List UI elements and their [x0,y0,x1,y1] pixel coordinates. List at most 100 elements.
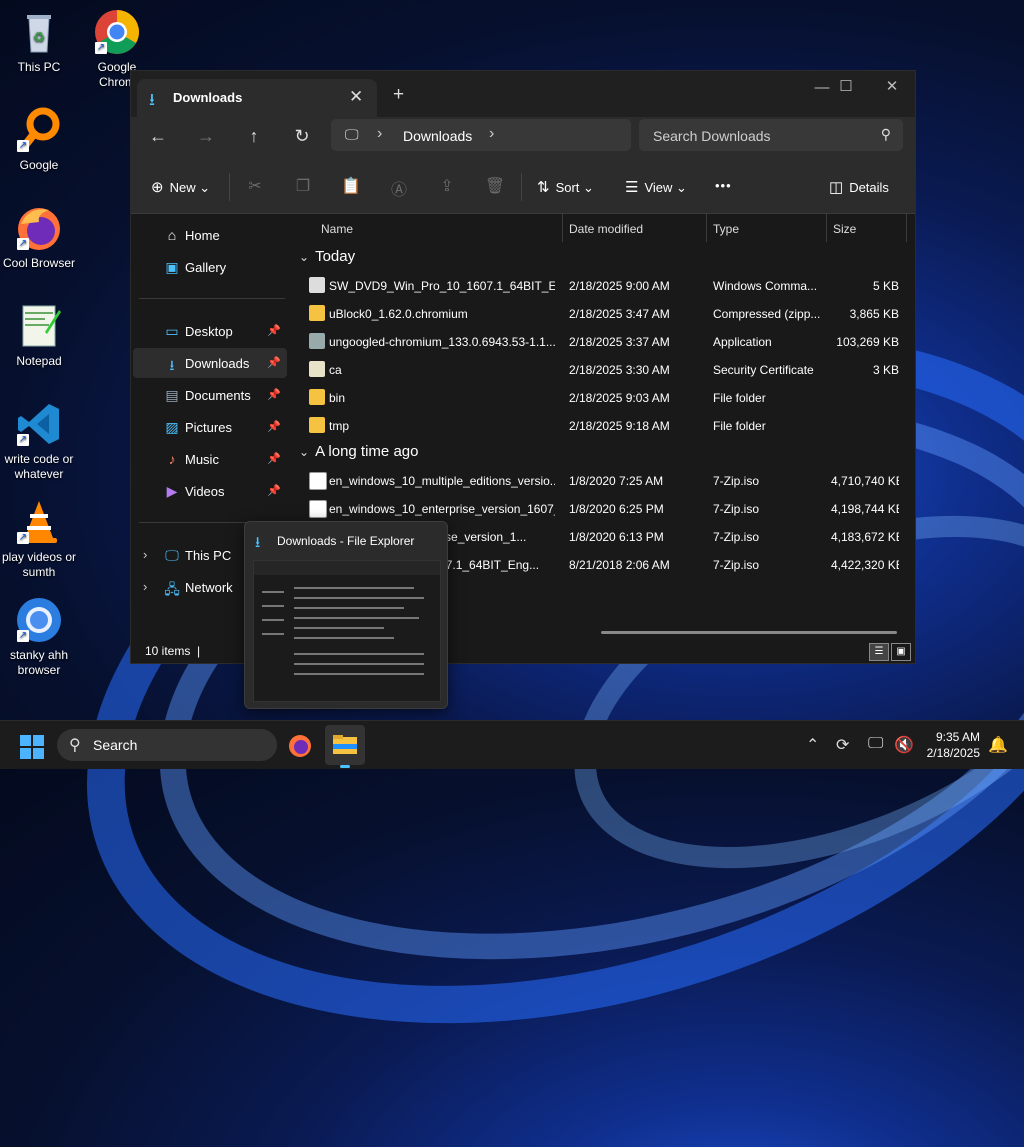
chevron-right-icon[interactable]: › [143,547,147,562]
file-type: File folder [713,419,766,433]
details-button[interactable]: ◫ Details [829,178,889,196]
column-header-date[interactable]: Date modified [569,222,643,236]
clock[interactable]: 9:35 AM 2/18/2025 [927,729,980,761]
desktop-icon-stanky-browser[interactable]: ↗ stanky ahh browser [0,596,78,678]
sort-label: Sort [555,180,580,195]
download-icon: ⭳ [149,90,155,109]
file-size: 4,422,320 KB [831,558,899,572]
copy-icon[interactable]: ❐ [291,176,315,196]
tiles-view-button[interactable]: ▣ [891,643,911,661]
file-row[interactable]: tmp 2/18/2025 9:18 AM File folder [291,412,915,440]
close-tab-icon[interactable]: ✕ [349,87,363,107]
file-row[interactable]: uBlock0_1.62.0.chromium 2/18/2025 3:47 AM… [291,300,915,328]
sidebar-item-videos[interactable]: ▶ Videos 📌 [133,476,287,506]
share-icon[interactable]: ⇪ [435,176,459,196]
taskbar-firefox[interactable] [280,725,320,765]
address-bar[interactable]: 🖵 › Downloads › [331,119,631,151]
pin-icon[interactable]: 📌 [267,324,281,337]
tab-downloads[interactable]: ⭳ Downloads ✕ [137,79,377,117]
new-button[interactable]: ⊕ New ⌄ [151,178,210,196]
tab-bar: ⭳ Downloads ✕ + — ☐ ✕ [131,71,915,117]
desktop-icon-vscode[interactable]: ↗ write code or whatever [0,400,78,482]
group-header-old[interactable]: ⌄ A long time ago [299,443,418,460]
desktop-icon-this-pc[interactable]: ♻ This PC [0,8,78,75]
download-icon: ⭳ [255,534,261,551]
horizontal-scrollbar[interactable] [601,631,897,634]
divider [562,214,563,242]
chevron-right-icon[interactable]: › [143,579,147,594]
group-header-today[interactable]: ⌄ Today [299,248,355,265]
pin-icon[interactable]: 📌 [267,452,281,465]
column-header-type[interactable]: Type [713,222,739,236]
file-row[interactable]: en_windows_10_enterprise_version_1607_..… [291,495,915,523]
file-row[interactable]: en_windows_10_multiple_editions_versio..… [291,467,915,495]
delete-icon[interactable]: 🗑 [483,176,507,196]
search-box[interactable]: Search Downloads ⚲ [639,119,903,151]
back-button[interactable]: ← [143,126,173,147]
desktop-icon-notepad[interactable]: Notepad [0,302,78,369]
file-row[interactable]: ungoogled-chromium_133.0.6943.53-1.1... 2… [291,328,915,356]
script-icon [309,277,325,293]
zip-folder-icon [309,305,325,321]
sidebar-item-pictures[interactable]: ▨ Pictures 📌 [133,412,287,442]
chevron-right-icon[interactable]: › [489,125,494,143]
thumbnail-line [294,587,414,589]
details-view-button[interactable]: ☰ [869,643,889,661]
file-icon [309,472,327,490]
file-date: 2/18/2025 3:47 AM [569,307,670,321]
new-tab-button[interactable]: + [393,84,404,106]
close-window-button[interactable]: ✕ [869,77,915,95]
column-header-name[interactable]: Name [321,222,353,236]
desktop-icon-vlc[interactable]: ↗ play videos or sumth [0,498,78,580]
pin-icon[interactable]: 📌 [267,356,281,369]
sidebar-item-gallery[interactable]: ▣ Gallery [133,252,287,282]
taskbar-search[interactable]: ⚲ Search [57,729,277,761]
sort-button[interactable]: ⇅ Sort ⌄ [537,178,594,196]
column-header-size[interactable]: Size [833,222,856,236]
thumbnail-line [262,605,284,607]
file-row[interactable]: bin 2/18/2025 9:03 AM File folder [291,384,915,412]
file-date: 2/18/2025 9:18 AM [569,419,670,433]
file-date: 8/21/2018 2:06 AM [569,558,670,572]
pin-icon[interactable]: 📌 [267,484,281,497]
refresh-button[interactable]: ↻ [287,126,317,147]
sidebar-item-music[interactable]: ♪ Music 📌 [133,444,287,474]
taskbar-preview[interactable]: ⭳ Downloads - File Explorer [244,521,448,709]
divider [906,214,907,242]
file-type: Application [713,335,772,349]
file-row[interactable]: ca 2/18/2025 3:30 AM Security Certificate 3… [291,356,915,384]
sidebar-item-downloads[interactable]: ⭳ Downloads 📌 [133,348,287,378]
sidebar-item-label: Desktop [185,324,233,339]
sidebar-item-home[interactable]: ⌂ Home [133,220,287,250]
rename-icon[interactable]: Ⓐ [387,176,411,200]
taskbar-file-explorer[interactable] [325,725,365,765]
file-name: en_windows_10_multiple_editions_versio..… [329,474,555,488]
up-button[interactable]: ↑ [239,126,269,147]
thumbnail-line [294,627,384,629]
more-options-button[interactable]: ••• [715,178,732,193]
volume-muted-icon[interactable]: 🔇 [894,735,914,755]
view-button[interactable]: ☰ View ⌄ [625,178,687,196]
paste-icon[interactable]: 📋 [339,176,363,196]
breadcrumb-downloads[interactable]: Downloads [403,128,472,144]
shortcut-arrow-icon: ↗ [17,238,29,250]
network-icon: 🖧 [164,581,180,597]
file-row[interactable]: SW_DVD9_Win_Pro_10_1607.1_64BIT_Eng... 2/… [291,272,915,300]
file-type: Security Certificate [713,363,814,377]
update-icon[interactable]: ⟳ [836,735,849,755]
thumbnail-line [262,591,284,593]
notification-bell-icon[interactable]: 🔔 [988,735,1008,755]
display-icon[interactable]: 🖵 [868,735,883,753]
start-button[interactable] [20,735,44,759]
forward-button[interactable]: → [191,126,221,147]
maximize-button[interactable]: ☐ [823,77,869,95]
desktop-icon-google[interactable]: ↗ Google [0,106,78,173]
pin-icon[interactable]: 📌 [267,420,281,433]
sidebar-item-desktop[interactable]: ▭ Desktop 📌 [133,316,287,346]
chevron-up-icon[interactable]: ⌃ [806,735,819,755]
sidebar-item-documents[interactable]: ▤ Documents 📌 [133,380,287,410]
desktop-icon-cool-browser[interactable]: ↗ Cool Browser [0,204,78,271]
cut-icon[interactable]: ✂ [243,176,267,196]
pin-icon[interactable]: 📌 [267,388,281,401]
chevron-right-icon[interactable]: › [377,125,382,143]
